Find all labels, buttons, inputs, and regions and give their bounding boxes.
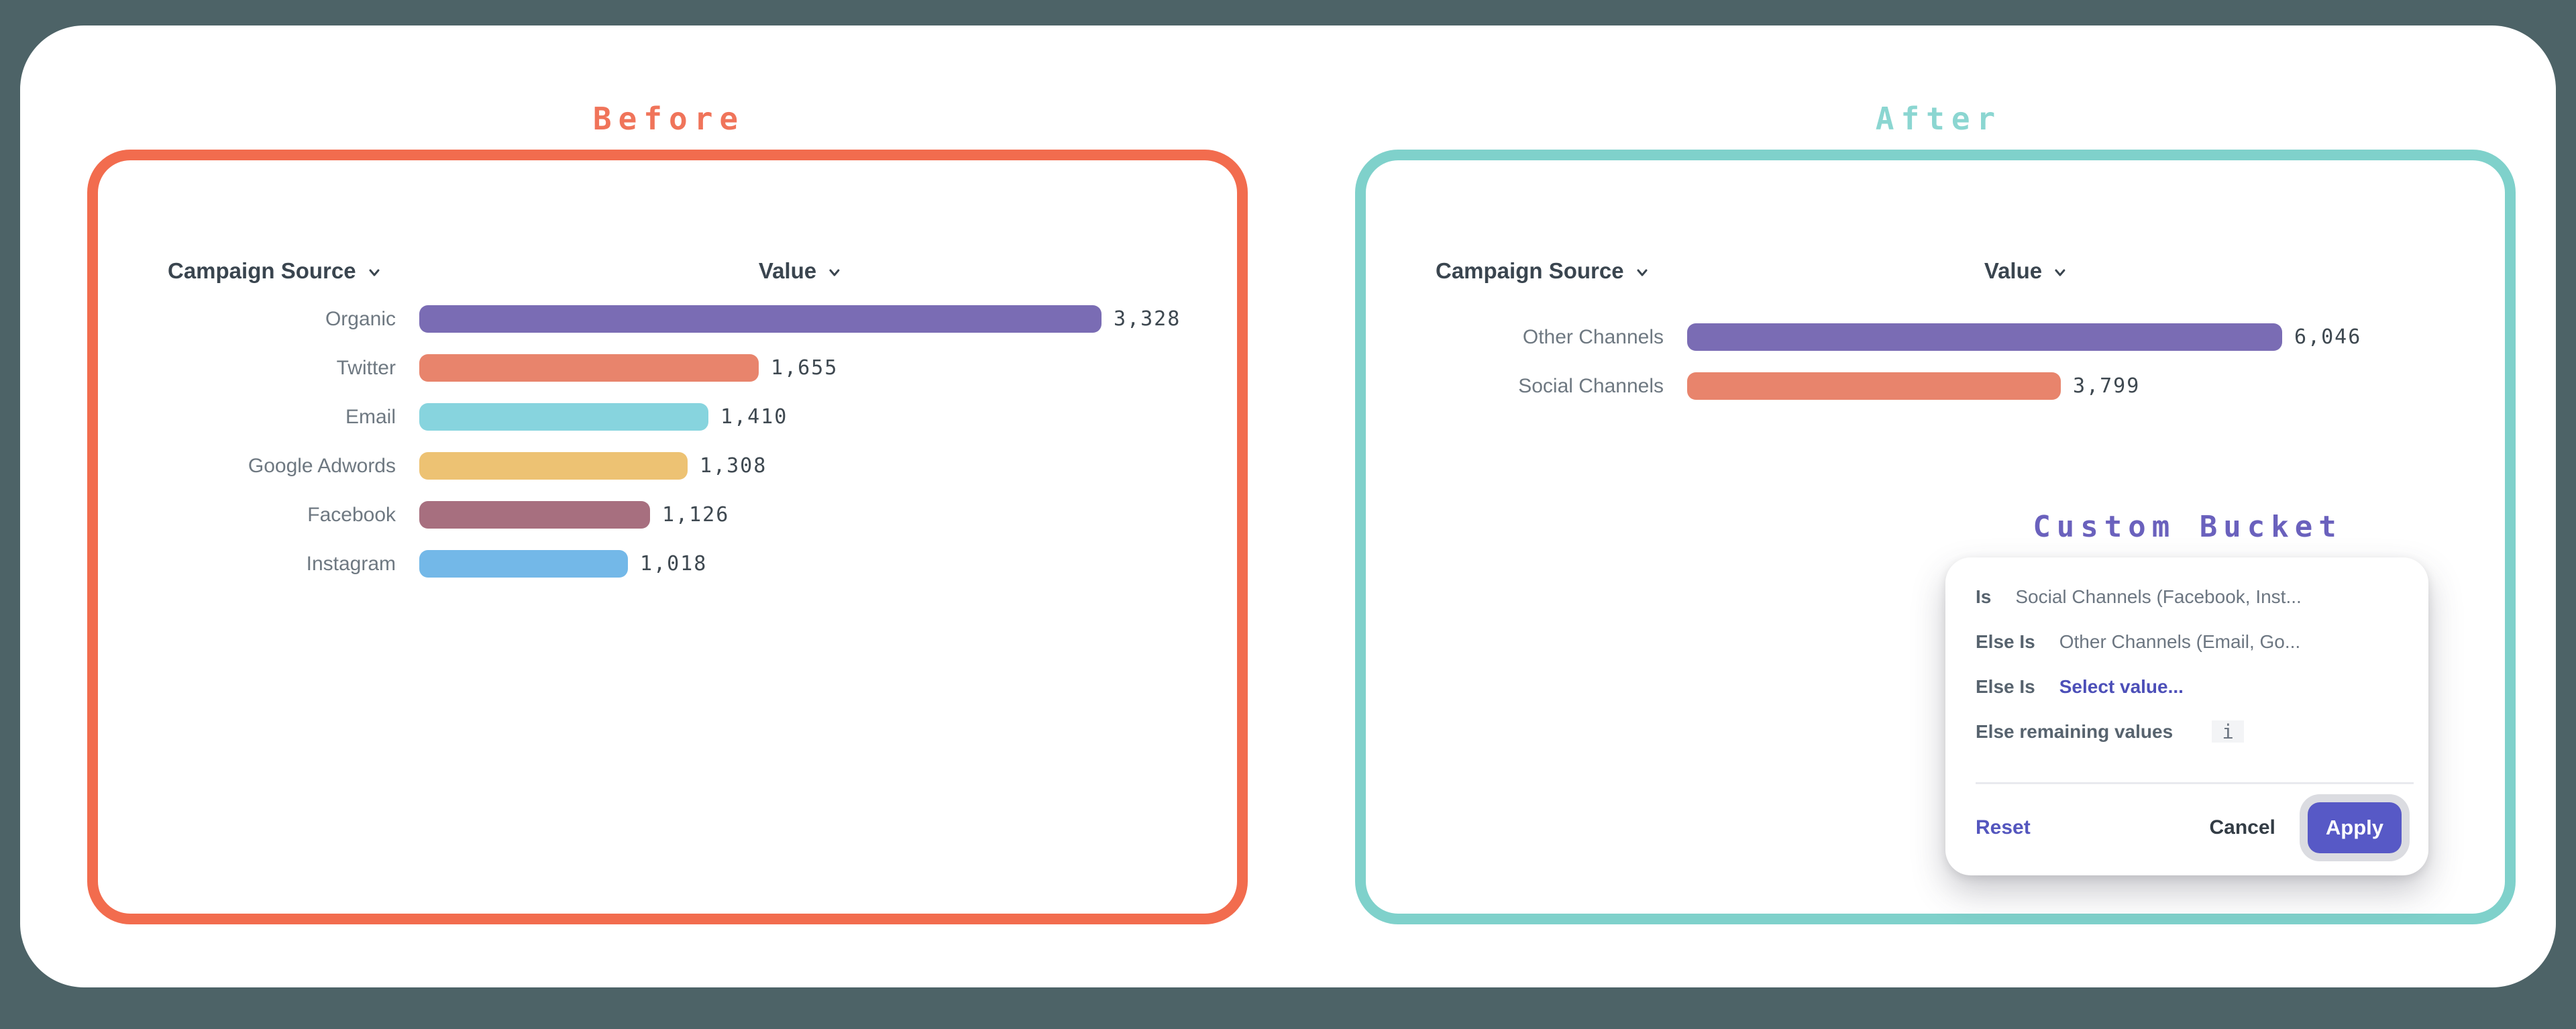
- table-row: Google Adwords 1,308: [87, 452, 1181, 480]
- rule-value-selector[interactable]: Other Channels (Email, Go...: [2059, 631, 2300, 653]
- row-label: Google Adwords: [87, 455, 396, 478]
- bucket-rule-row: Else Is Select value...: [1976, 675, 2408, 698]
- popup-footer: Reset Cancel Apply: [1976, 799, 2402, 857]
- select-value-link[interactable]: Select value...: [2059, 676, 2184, 698]
- bucket-rule-row: Else remaining values i: [1976, 720, 2408, 743]
- table-row: Facebook 1,126: [87, 501, 1181, 529]
- table-row: Twitter 1,655: [87, 354, 1181, 382]
- row-value: 3,799: [2073, 374, 2140, 398]
- rule-condition-label: Else remaining values: [1976, 721, 2173, 743]
- row-value: 1,655: [771, 356, 838, 380]
- table-row: Email 1,410: [87, 403, 1181, 431]
- row-label: Instagram: [87, 553, 396, 576]
- row-label: Social Channels: [1355, 375, 1664, 398]
- after-value-header[interactable]: Value: [1984, 256, 2068, 286]
- chevron-down-icon: [367, 265, 382, 280]
- row-value: 1,126: [662, 503, 729, 527]
- table-row: Organic 3,328: [87, 305, 1181, 333]
- before-value-header-label: Value: [759, 258, 816, 284]
- rule-condition-label: Else Is: [1976, 676, 2035, 698]
- after-campaign-source-header[interactable]: Campaign Source: [1436, 256, 1650, 286]
- rule-condition-label: Else Is: [1976, 631, 2035, 653]
- bucket-rules-list: Is Social Channels (Facebook, Inst... El…: [1976, 586, 2408, 743]
- bucket-rule-row: Is Social Channels (Facebook, Inst...: [1976, 586, 2408, 608]
- value-bar[interactable]: [419, 403, 708, 431]
- row-value: 3,328: [1114, 307, 1181, 331]
- row-label: Email: [87, 406, 396, 429]
- chevron-down-icon: [827, 265, 842, 280]
- bucket-rule-row: Else Is Other Channels (Email, Go...: [1976, 631, 2408, 653]
- row-value: 1,018: [640, 552, 707, 576]
- before-section-title: Before: [593, 101, 745, 137]
- before-campaign-source-header-label: Campaign Source: [168, 258, 356, 284]
- rule-condition-label: Is: [1976, 586, 1991, 608]
- after-value-header-label: Value: [1984, 258, 2042, 284]
- before-value-header[interactable]: Value: [759, 256, 842, 286]
- chevron-down-icon: [2053, 265, 2068, 280]
- table-row: Instagram 1,018: [87, 550, 1181, 578]
- report-canvas: Before After Campaign Source Value Campa…: [20, 25, 2556, 987]
- table-row: Other Channels 6,046: [1355, 323, 2361, 351]
- row-label: Twitter: [87, 357, 396, 380]
- rule-value-selector[interactable]: Social Channels (Facebook, Inst...: [2015, 586, 2301, 608]
- value-bar[interactable]: [419, 354, 759, 382]
- cancel-button[interactable]: Cancel: [2209, 816, 2275, 839]
- reset-button[interactable]: Reset: [1976, 816, 2031, 839]
- row-label: Organic: [87, 308, 396, 331]
- popup-footer-divider: [1976, 782, 2414, 784]
- info-icon[interactable]: i: [2212, 720, 2244, 743]
- value-bar[interactable]: [419, 305, 1102, 333]
- table-row: Social Channels 3,799: [1355, 372, 2361, 400]
- after-section-title: After: [1876, 101, 2002, 137]
- after-bar-table: Other Channels 6,046 Social Channels 3,799: [1355, 323, 2361, 400]
- value-bar[interactable]: [1687, 372, 2061, 400]
- row-value: 1,410: [720, 405, 788, 429]
- custom-bucket-title: Custom Bucket: [2033, 510, 2342, 544]
- row-value: 6,046: [2294, 325, 2361, 349]
- apply-button[interactable]: Apply: [2308, 802, 2402, 853]
- screen: Before After Campaign Source Value Campa…: [0, 0, 2576, 1029]
- before-bar-table: Organic 3,328 Twitter 1,655 Email 1,410 Google…: [87, 305, 1181, 578]
- row-label: Facebook: [87, 504, 396, 527]
- value-bar[interactable]: [419, 550, 628, 578]
- value-bar[interactable]: [1687, 323, 2282, 351]
- before-campaign-source-header[interactable]: Campaign Source: [168, 256, 382, 286]
- row-label: Other Channels: [1355, 326, 1664, 349]
- value-bar[interactable]: [419, 452, 688, 480]
- value-bar[interactable]: [419, 501, 650, 529]
- custom-bucket-popup: Is Social Channels (Facebook, Inst... El…: [1945, 557, 2428, 875]
- after-campaign-source-header-label: Campaign Source: [1436, 258, 1624, 284]
- chevron-down-icon: [1635, 265, 1650, 280]
- row-value: 1,308: [700, 454, 767, 478]
